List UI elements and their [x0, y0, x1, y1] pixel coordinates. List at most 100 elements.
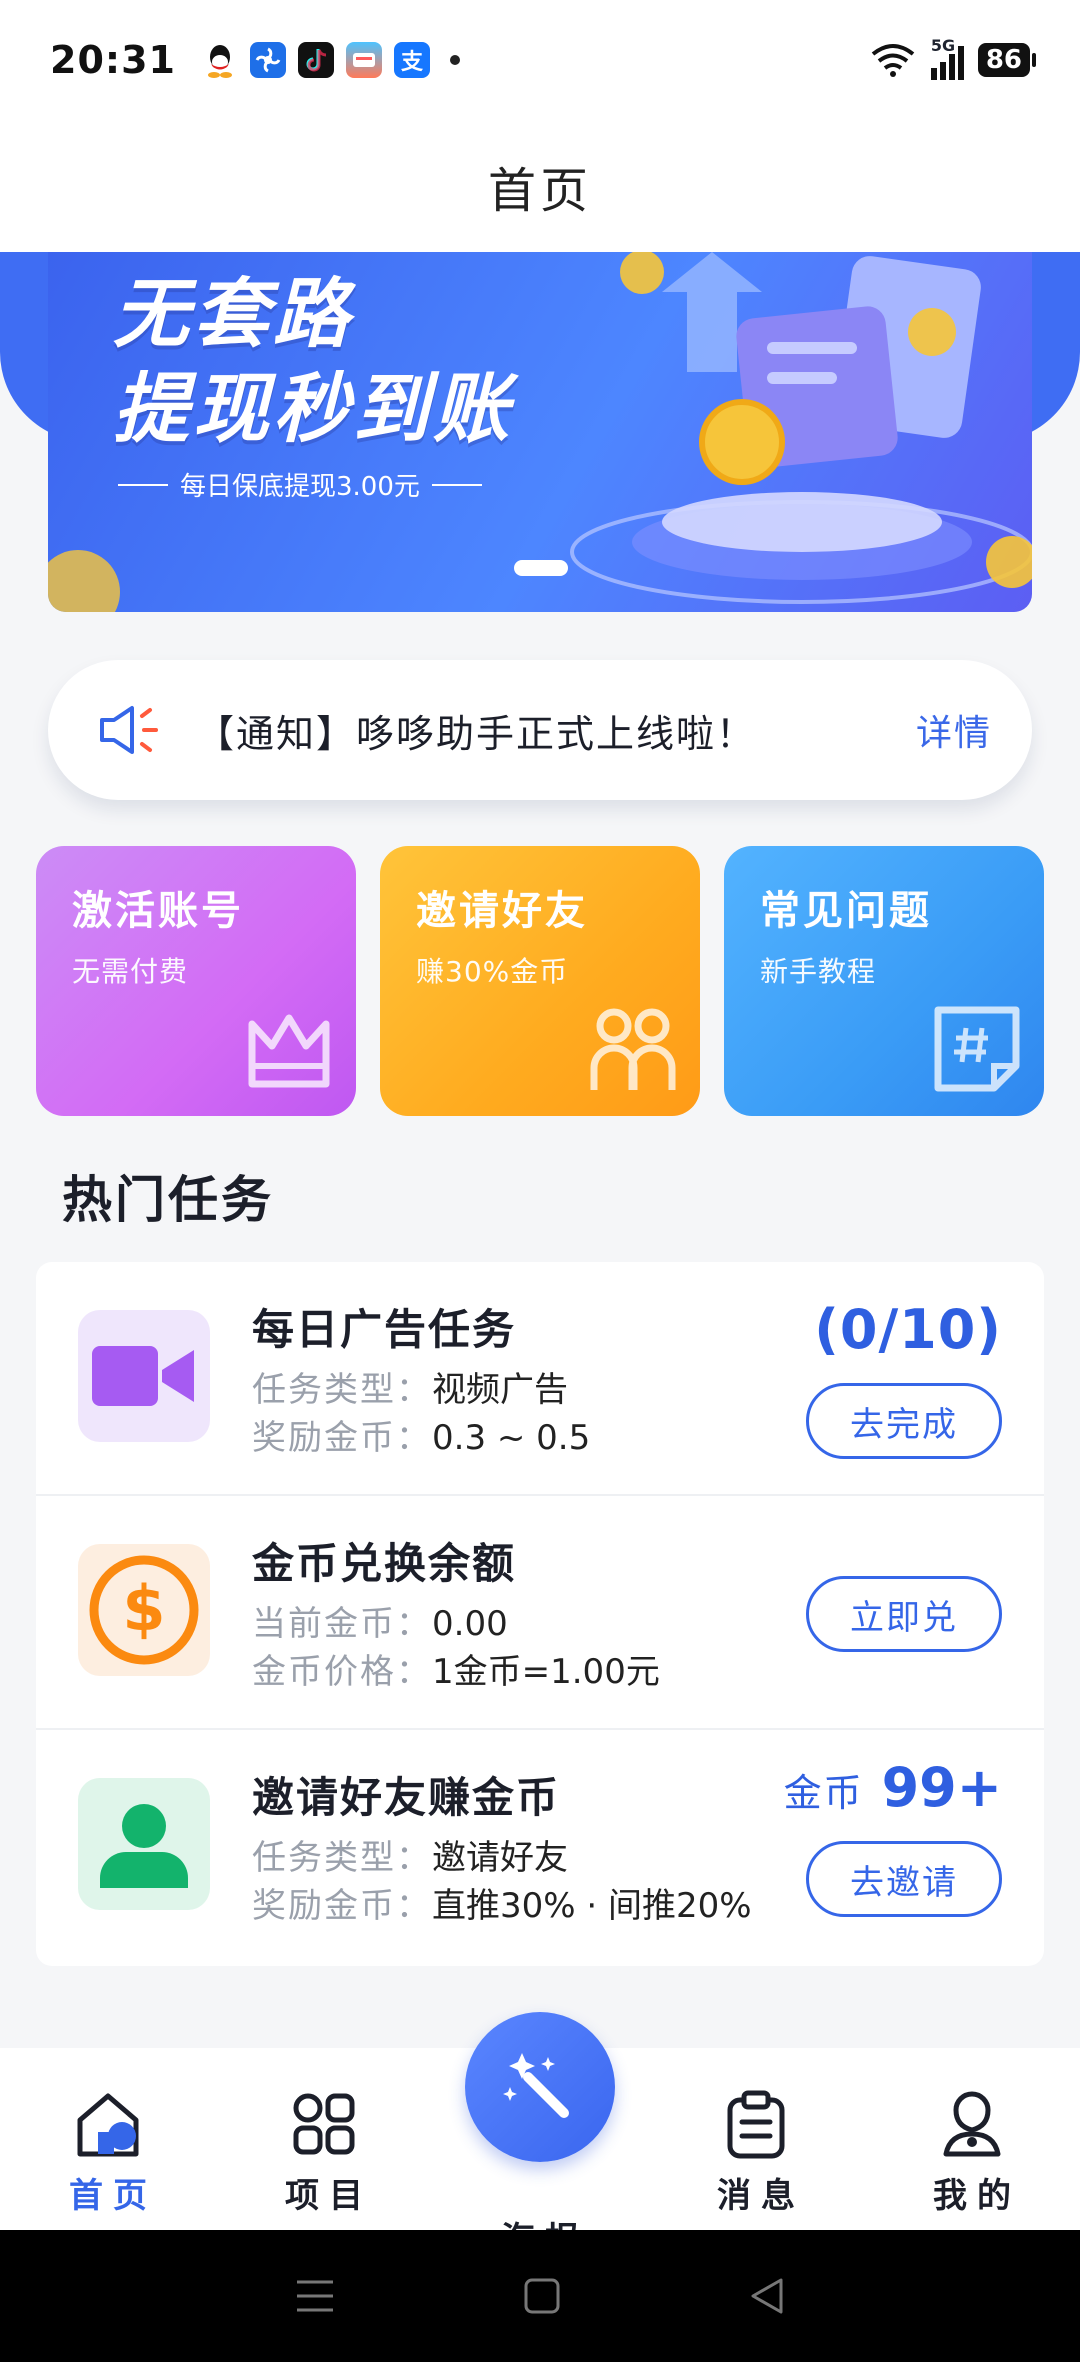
user-icon: [100, 1804, 188, 1888]
weather-app-icon: [345, 42, 382, 78]
coin-decoration: [48, 550, 120, 612]
friends-icon: [590, 1008, 676, 1090]
alipay-icon: 支: [393, 42, 430, 78]
cellular-icon: 5G: [930, 36, 964, 80]
task-detail-value: 视频广告: [432, 1370, 568, 1410]
task-icon-container: [78, 1778, 210, 1910]
tiktok-icon: [297, 42, 334, 78]
page-header: 首页: [0, 120, 1080, 252]
task-body: 邀请好友赚金币 任务类型：邀请好友 奖励金币：直推30% · 间推20%: [252, 1764, 752, 1929]
task-actions: 金币 99+ 去邀请: [784, 1756, 1002, 1917]
task-icon-container: $: [78, 1544, 210, 1676]
tab-label: 我的: [933, 2176, 1021, 2216]
feature-cards: 激活账号 无需付费 邀请好友 赚30%金币 常见问题 新手教程: [36, 846, 1044, 1116]
hashtag-note-icon: [934, 1006, 1020, 1092]
task-detail-key: 奖励金币：: [252, 1886, 432, 1926]
go-complete-button[interactable]: 去完成: [806, 1383, 1002, 1459]
system-navigation-bar: [0, 2230, 1080, 2362]
task-actions: (0/10) 去完成: [806, 1298, 1002, 1459]
tab-label: 项目: [285, 2176, 373, 2216]
task-detail-row: 奖励金币：直推30% · 间推20%: [252, 1883, 752, 1929]
task-body: 每日广告任务 任务类型：视频广告 奖励金币：0.3 ~ 0.5: [252, 1296, 590, 1461]
task-detail-value: 1金币=1.00元: [432, 1652, 660, 1692]
task-detail-row: 奖励金币：0.3 ~ 0.5: [252, 1415, 590, 1461]
activate-account-card[interactable]: 激活账号 无需付费: [36, 846, 356, 1116]
video-camera-icon: [92, 1346, 194, 1406]
task-item-daily-ad: 每日广告任务 任务类型：视频广告 奖励金币：0.3 ~ 0.5 (0/10) 去…: [36, 1262, 1044, 1496]
dollar-coin-icon: $: [89, 1555, 199, 1665]
menu-nav-icon[interactable]: [293, 2276, 337, 2316]
banner-subtitle: 每日保底提现3.00元: [118, 466, 482, 503]
task-title: 每日广告任务: [252, 1305, 517, 1354]
task-detail-key: 任务类型：: [252, 1838, 432, 1878]
status-bar: 20:31 支 5G 86: [0, 0, 1080, 120]
task-detail-key: 奖励金币：: [252, 1418, 432, 1458]
task-detail-row: 任务类型：视频广告: [252, 1367, 590, 1413]
tab-label: 首页: [69, 2176, 157, 2216]
banner-subtitle-text: 每日保底提现3.00元: [180, 472, 420, 502]
notice-text: 【通知】哆哆助手正式上线啦！: [196, 711, 757, 756]
tab-projects[interactable]: 项目: [216, 2048, 432, 2230]
coin-reward-label: 金币: [783, 1771, 864, 1815]
home-icon: [77, 2093, 139, 2157]
task-detail-key: 金币价格：: [252, 1652, 432, 1692]
coin-reward-value: 99+: [881, 1756, 1002, 1819]
notification-icons: 支: [201, 42, 460, 78]
faq-card[interactable]: 常见问题 新手教程: [724, 846, 1044, 1116]
bottom-tab-bar: 首页 项目 海报: [0, 2012, 1080, 2260]
coin-reward: 金币 99+: [784, 1756, 1002, 1819]
speaker-icon: [100, 706, 158, 754]
banner-headline-1: 无套路: [113, 269, 353, 358]
notice-details-link[interactable]: 详情: [916, 704, 992, 756]
task-detail-value: 直推30% · 间推20%: [432, 1886, 752, 1926]
task-title: 金币兑换余额: [252, 1539, 517, 1588]
tab-poster[interactable]: 海报: [432, 2012, 648, 2260]
task-detail-key: 任务类型：: [252, 1370, 432, 1410]
task-title: 邀请好友赚金币: [252, 1773, 561, 1822]
task-body: 金币兑换余额 当前金币：0.00 金币价格：1金币=1.00元: [252, 1530, 660, 1695]
home-nav-icon[interactable]: [522, 2276, 562, 2316]
task-item-invite-friends: 邀请好友赚金币 任务类型：邀请好友 奖励金币：直推30% · 间推20% 金币 …: [36, 1730, 1044, 1964]
tab-messages[interactable]: 消息: [648, 2048, 864, 2230]
task-list: 每日广告任务 任务类型：视频广告 奖励金币：0.3 ~ 0.5 (0/10) 去…: [36, 1262, 1044, 1966]
redeem-now-button[interactable]: 立即兑: [806, 1576, 1002, 1652]
task-detail-row: 金币价格：1金币=1.00元: [252, 1649, 660, 1695]
card-subtitle: 新手教程: [760, 955, 877, 988]
back-nav-icon[interactable]: [747, 2276, 787, 2316]
task-detail-row: 任务类型：邀请好友: [252, 1835, 752, 1881]
more-notifications-dot: [449, 55, 460, 65]
svg-text:$: $: [122, 1572, 165, 1645]
card-title: 激活账号: [72, 888, 244, 934]
battery-indicator: 86: [977, 43, 1037, 77]
poster-fab-button[interactable]: [465, 2012, 615, 2162]
tab-home[interactable]: 首页: [0, 2048, 216, 2230]
tab-profile[interactable]: 我的: [864, 2048, 1080, 2230]
banner-illustration: [570, 252, 1032, 604]
carousel-indicator[interactable]: [514, 560, 568, 576]
task-detail-value: 0.3 ~ 0.5: [432, 1418, 591, 1458]
wifi-icon: [871, 44, 915, 77]
app-screen: 20:31 支 5G 86 首页 无套路 提现秒到账 每日保底提现3.00元 【…: [0, 0, 1080, 2362]
grid-icon: [293, 2093, 355, 2155]
task-progress-count: (0/10): [814, 1298, 1002, 1361]
promo-banner[interactable]: 无套路 提现秒到账 每日保底提现3.00元: [48, 252, 1032, 612]
section-title-hot-tasks: 热门任务: [62, 1171, 274, 1229]
invite-friends-card[interactable]: 邀请好友 赚30%金币: [380, 846, 700, 1116]
page-title: 首页: [487, 163, 592, 219]
baidu-netdisk-icon: [249, 42, 286, 78]
task-icon-container: [78, 1310, 210, 1442]
qq-icon: [201, 42, 238, 78]
crown-icon: [248, 1014, 330, 1088]
status-time: 20:31: [50, 38, 176, 82]
go-invite-button[interactable]: 去邀请: [806, 1841, 1002, 1917]
tab-label: 消息: [717, 2176, 805, 2216]
clipboard-icon: [727, 2090, 785, 2159]
notice-bar[interactable]: 【通知】哆哆助手正式上线啦！ 详情: [48, 660, 1032, 800]
task-actions: 立即兑: [806, 1576, 1002, 1652]
card-title: 常见问题: [760, 888, 932, 934]
task-detail-value: 0.00: [432, 1604, 508, 1644]
profile-icon: [943, 2091, 1001, 2157]
card-subtitle: 无需付费: [72, 955, 189, 988]
task-item-coin-exchange: $ 金币兑换余额 当前金币：0.00 金币价格：1金币=1.00元 立即兑: [36, 1496, 1044, 1730]
network-type: 5G: [930, 36, 956, 55]
